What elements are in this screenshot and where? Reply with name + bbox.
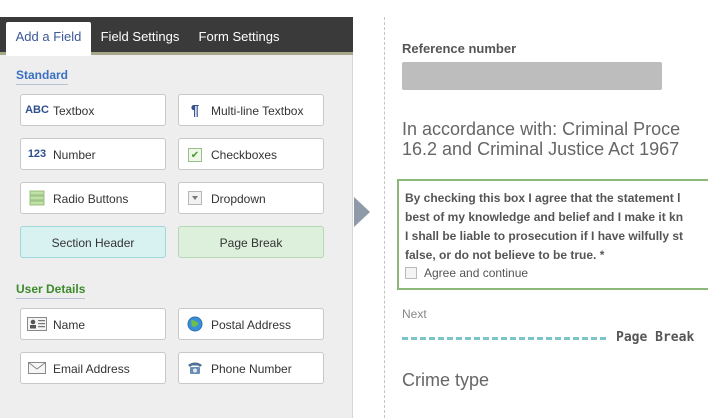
abc-icon: ABC [25, 104, 49, 116]
number-123-icon: 123 [27, 148, 47, 160]
section-title-standard: Standard [16, 68, 69, 85]
radio-list-icon [27, 190, 47, 206]
agree-checkbox[interactable] [405, 267, 417, 279]
button-label: Dropdown [211, 192, 266, 206]
agree-checkbox-label: Agree and continue [424, 266, 529, 280]
number-button[interactable]: 123 Number [20, 138, 166, 170]
field-palette-panel: Add a Field Field Settings Form Settings… [0, 17, 353, 418]
id-card-icon [27, 316, 47, 332]
button-label: Phone Number [211, 362, 292, 376]
button-label: Page Break [219, 236, 283, 250]
arrow-right-icon [354, 197, 370, 227]
button-label: Postal Address [211, 318, 292, 332]
button-label: Number [53, 148, 96, 162]
reference-number-label: Reference number [402, 41, 517, 56]
agreement-text: By checking this box I agree that the st… [405, 189, 708, 265]
palette-tabs: Add a Field Field Settings Form Settings [0, 17, 353, 56]
envelope-icon [27, 360, 47, 376]
button-label: Name [53, 318, 86, 332]
name-button[interactable]: Name [20, 308, 166, 340]
page-break-label: Page Break [616, 330, 695, 345]
button-label: Section Header [51, 236, 135, 250]
button-label: Multi-line Textbox [211, 104, 304, 118]
email-address-button[interactable]: Email Address [20, 352, 166, 384]
radio-buttons-button[interactable]: Radio Buttons [20, 182, 166, 214]
agreement-line: false, or do not believe to be true. * [405, 248, 605, 262]
section-header-button[interactable]: Section Header [20, 226, 166, 258]
page-break-line [402, 337, 606, 340]
dropdown-icon [185, 190, 205, 206]
globe-icon [185, 316, 205, 332]
button-label: Textbox [53, 104, 95, 118]
tab-add-a-field[interactable]: Add a Field [6, 22, 91, 56]
section-title-user-details: User Details [16, 282, 86, 299]
agreement-field[interactable]: By checking this box I agree that the st… [397, 179, 708, 290]
pilcrow-icon: ¶ [190, 101, 200, 119]
crime-type-label: Crime type [402, 370, 490, 390]
dropdown-button[interactable]: Dropdown [178, 182, 324, 214]
agreement-line: I shall be liable to prosecution if I ha… [405, 229, 684, 243]
multiline-textbox-button[interactable]: ¶ Multi-line Textbox [178, 94, 324, 126]
button-label: Email Address [53, 362, 130, 376]
tab-field-settings[interactable]: Field Settings [95, 22, 185, 55]
checkbox-icon: ✔ [188, 148, 202, 162]
button-label: Checkboxes [211, 148, 278, 162]
reference-number-field[interactable] [402, 62, 662, 90]
agreement-line: By checking this box I agree that the st… [405, 191, 681, 205]
button-label: Radio Buttons [53, 192, 129, 206]
page-break-button[interactable]: Page Break [178, 226, 324, 258]
statement-line: In accordance with: Criminal Proce [402, 119, 681, 139]
statement-line: 16.2 and Criminal Justice Act 1967 [402, 139, 680, 159]
form-preview: Reference number In accordance with: Cri… [384, 17, 708, 418]
postal-address-button[interactable]: Postal Address [178, 308, 324, 340]
tab-form-settings[interactable]: Form Settings [190, 22, 288, 55]
next-label: Next [402, 307, 427, 321]
textbox-button[interactable]: ABC Textbox [20, 94, 166, 126]
checkboxes-button[interactable]: ✔ Checkboxes [178, 138, 324, 170]
agreement-line: best of my knowledge and belief and I ma… [405, 210, 684, 224]
agree-checkbox-row[interactable]: Agree and continue [405, 266, 528, 280]
phone-icon [185, 360, 205, 376]
statement-heading: In accordance with: Criminal Proce 16.2 … [402, 119, 708, 159]
phone-number-button[interactable]: Phone Number [178, 352, 324, 384]
